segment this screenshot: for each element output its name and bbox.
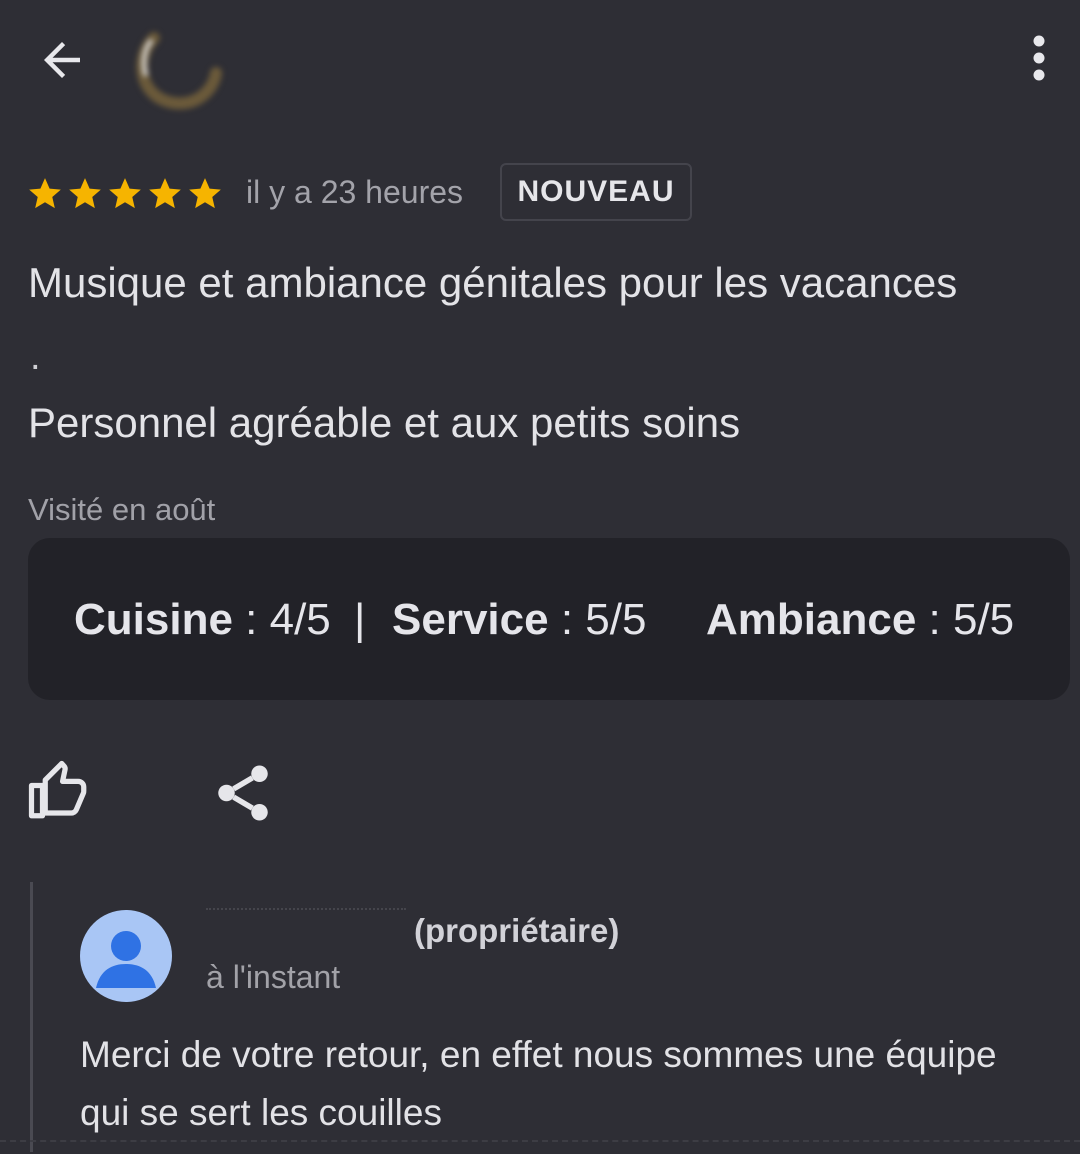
rating-cuisine-value: : 4/5 (245, 595, 331, 644)
rating-cuisine-label: Cuisine (74, 595, 233, 644)
new-badge: NOUVEAU (500, 163, 692, 221)
owner-tag: (propriétaire) (414, 912, 620, 949)
owner-avatar[interactable] (80, 910, 172, 1002)
reply-time: à l'instant (206, 959, 341, 995)
back-button[interactable] (30, 28, 94, 92)
rating-cuisine: Cuisine : 4/5 (74, 590, 331, 650)
share-button[interactable] (210, 760, 276, 826)
more-vertical-icon (1033, 35, 1045, 81)
star-rating (26, 172, 224, 216)
like-button[interactable] (26, 758, 92, 824)
avatar-image (136, 32, 222, 110)
share-icon (218, 765, 268, 821)
reply-divider (30, 882, 33, 1152)
visit-date: Visité en août (28, 492, 216, 527)
person-icon (96, 931, 156, 988)
rating-ambiance: Ambiance : 5/5 (706, 590, 1014, 650)
star-icon (69, 178, 101, 209)
more-options-button[interactable] (1010, 26, 1068, 90)
arrow-left-icon (44, 42, 80, 78)
star-icon (109, 178, 141, 209)
star-icon (149, 178, 181, 209)
rating-ambiance-label: Ambiance (706, 595, 917, 644)
rating-service-label: Service (392, 595, 549, 644)
star-icon (189, 178, 221, 209)
reviewer-avatar[interactable] (124, 18, 224, 118)
review-text-line-2: Personnel agréable et aux petits soins (28, 399, 741, 446)
rating-service: Service : 5/5 (392, 590, 646, 650)
reply-text: Merci de votre retour, en effet nous som… (80, 1034, 997, 1133)
star-icon (29, 178, 61, 209)
review-text-dot: . (30, 336, 41, 378)
owner-name-redacted (206, 908, 406, 924)
review-text-line-1: Musique et ambiance génitales pour les v… (28, 259, 958, 306)
thumbs-up-icon (28, 760, 87, 819)
rating-ambiance-value: : 5/5 (928, 595, 1015, 644)
rating-separator: | (354, 595, 366, 644)
review-time: il y a 23 heures (246, 174, 464, 210)
rating-service-value: : 5/5 (560, 595, 647, 644)
